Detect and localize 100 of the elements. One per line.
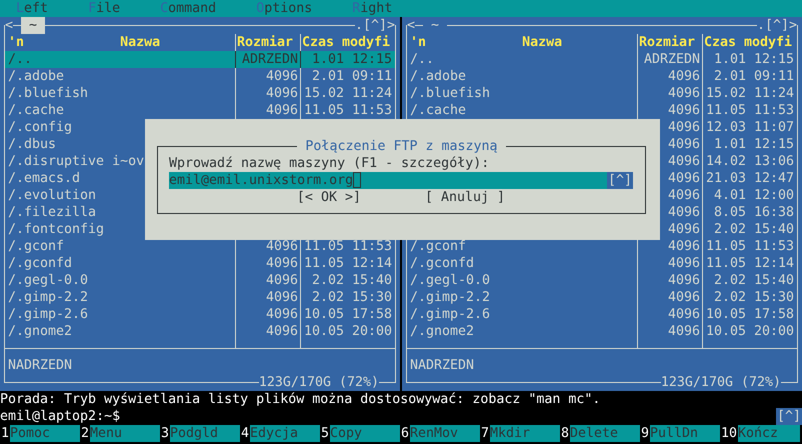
file-name: /.bluefish [410, 86, 490, 101]
file-row[interactable]: /.gimp-2.6 4096 10.05 17:58 [407, 306, 797, 323]
file-row[interactable]: /.gegl-0.0 4096 2.02 15:40 [407, 272, 797, 289]
function-key-button[interactable]: Edycja [250, 425, 320, 442]
function-key-button[interactable]: Delete [570, 425, 640, 442]
file-name: /.gconf [8, 239, 64, 254]
column-header[interactable]: Czas modyfi [302, 35, 390, 50]
status-text: NADRZEDN [7, 357, 72, 374]
file-name: /.adobe [410, 69, 466, 84]
file-size: 4096 [668, 324, 700, 339]
function-key-button[interactable]: Kończ [738, 425, 800, 442]
file-time: 2.01 09:11 [312, 69, 392, 84]
function-key-button[interactable]: Pomoc [10, 425, 80, 442]
file-row[interactable]: /.gimp-2.2 4096 2.02 15:30 [407, 289, 797, 306]
column-header[interactable]: Czas modyfi [704, 35, 792, 50]
file-size: 4096 [266, 239, 298, 254]
file-time: 12.03 11:07 [706, 120, 794, 135]
file-size: 4096 [668, 86, 700, 101]
file-name: /.gimp-2.2 [8, 290, 88, 305]
text-cursor [353, 172, 362, 188]
history-button[interactable]: [^] [606, 172, 633, 189]
file-name: /.. [8, 52, 32, 67]
file-row[interactable]: /.gconfd 4096 11.05 12:14 [407, 255, 797, 272]
file-name: /.gimp-2.2 [410, 290, 490, 305]
file-name: /.config [8, 120, 72, 135]
file-size: 4096 [668, 188, 700, 203]
path-label: ~ [21, 17, 46, 34]
file-row[interactable]: /.adobe 4096 2.01 09:11 [407, 68, 797, 85]
file-time: 14.02 13:06 [706, 154, 794, 169]
status-text: NADRZEDN [409, 357, 474, 374]
file-time: 2.01 09:11 [714, 69, 794, 84]
file-row[interactable]: /.gegl-0.0 4096 2.02 15:40 [5, 272, 395, 289]
panel-controls[interactable]: .[^]> [756, 17, 797, 34]
file-size: ADRZEDN [242, 52, 298, 67]
file-size: 4096 [668, 256, 700, 271]
function-key-button[interactable]: Podgld [170, 425, 240, 442]
file-time: 2.02 15:40 [714, 222, 794, 237]
shell-prompt: emil@laptop2:~$ [0, 408, 120, 425]
file-time: 1.01 12:15 [312, 52, 392, 67]
column-header[interactable]: Nazwa [522, 34, 562, 51]
file-size: 4096 [668, 290, 700, 305]
function-key-button[interactable]: RenMov [410, 425, 480, 442]
file-name: /.gegl-0.0 [8, 273, 88, 288]
file-name: /.filezilla [8, 205, 96, 220]
disk-usage: 123G/170G (72%) [258, 375, 379, 390]
field-label: Wprowadź nazwę maszyny (F1 - szczegóły): [169, 155, 490, 172]
sort-indicator[interactable]: 'n [8, 34, 24, 51]
file-time: 11.05 11:53 [304, 103, 392, 118]
sort-indicator[interactable]: 'n [410, 34, 426, 51]
file-size: 4096 [266, 273, 298, 288]
file-time: 4.01 12:00 [714, 188, 794, 203]
file-row[interactable]: /.. ADRZEDN 1.01 12:15 [5, 51, 395, 68]
column-header[interactable]: Rozmiar [639, 35, 696, 50]
input-field[interactable]: emil@emil.unixstorm.org [169, 172, 354, 189]
file-time: 11.05 12:14 [304, 256, 392, 271]
file-time: 11.05 11:53 [706, 103, 794, 118]
file-name: /.gnome2 [410, 324, 474, 339]
menu-item[interactable]: File [88, 0, 120, 17]
file-row[interactable]: /.bluefish 4096 15.02 11:24 [407, 85, 797, 102]
file-size: 4096 [266, 69, 298, 84]
file-name: /.gconf [410, 239, 466, 254]
function-key-button[interactable]: Menu [90, 425, 160, 442]
file-row[interactable]: /.gconfd 4096 11.05 12:14 [5, 255, 395, 272]
file-time: 15.02 11:24 [706, 86, 794, 101]
dialog-button[interactable]: [ Anuluj ] [425, 189, 506, 206]
file-time: 21.03 12:47 [706, 171, 794, 186]
menu-item[interactable]: Command [160, 0, 216, 17]
file-name: /.cache [8, 103, 64, 118]
menu-item[interactable]: Left [16, 0, 48, 17]
file-row[interactable]: /.adobe 4096 2.01 09:11 [5, 68, 395, 85]
file-size: 4096 [668, 103, 700, 118]
dialog-button[interactable]: [< OK >] [296, 189, 361, 206]
file-time: 2.02 15:40 [714, 273, 794, 288]
file-size: 4096 [668, 205, 700, 220]
file-size: 4096 [668, 154, 700, 169]
file-row[interactable]: /.gnome2 4096 10.05 20:00 [5, 323, 395, 340]
file-size: 4096 [266, 103, 298, 118]
disk-usage: 123G/170G (72%) [660, 375, 781, 390]
file-size: ADRZEDN [644, 52, 700, 67]
file-row[interactable]: /.gnome2 4096 10.05 20:00 [407, 323, 797, 340]
file-size: 4096 [668, 120, 700, 135]
file-size: 4096 [668, 222, 700, 237]
dialog-title: Połączenie FTP z maszyną [297, 138, 506, 155]
file-size: 4096 [668, 137, 700, 152]
file-row[interactable]: /.bluefish 4096 15.02 11:24 [5, 85, 395, 102]
file-row[interactable]: /.gimp-2.2 4096 2.02 15:30 [5, 289, 395, 306]
function-key-button[interactable]: Mkdir [490, 425, 560, 442]
file-row[interactable]: /.. ADRZEDN 1.01 12:15 [407, 51, 797, 68]
file-name: /.fontconfig [8, 222, 104, 237]
history-button[interactable]: [^] [776, 408, 802, 425]
column-header[interactable]: Rozmiar [237, 35, 294, 50]
function-key-button[interactable]: PullDn [650, 425, 720, 442]
file-size: 4096 [266, 290, 298, 305]
menu-item[interactable]: Options [256, 0, 312, 17]
menu-item[interactable]: Right [352, 0, 392, 17]
file-row[interactable]: /.gimp-2.6 4096 10.05 17:58 [5, 306, 395, 323]
panel-controls[interactable]: .[^]> [354, 17, 395, 34]
file-name: /.bluefish [8, 86, 88, 101]
function-key-button[interactable]: Copy [330, 425, 400, 442]
column-header[interactable]: Nazwa [120, 34, 160, 51]
